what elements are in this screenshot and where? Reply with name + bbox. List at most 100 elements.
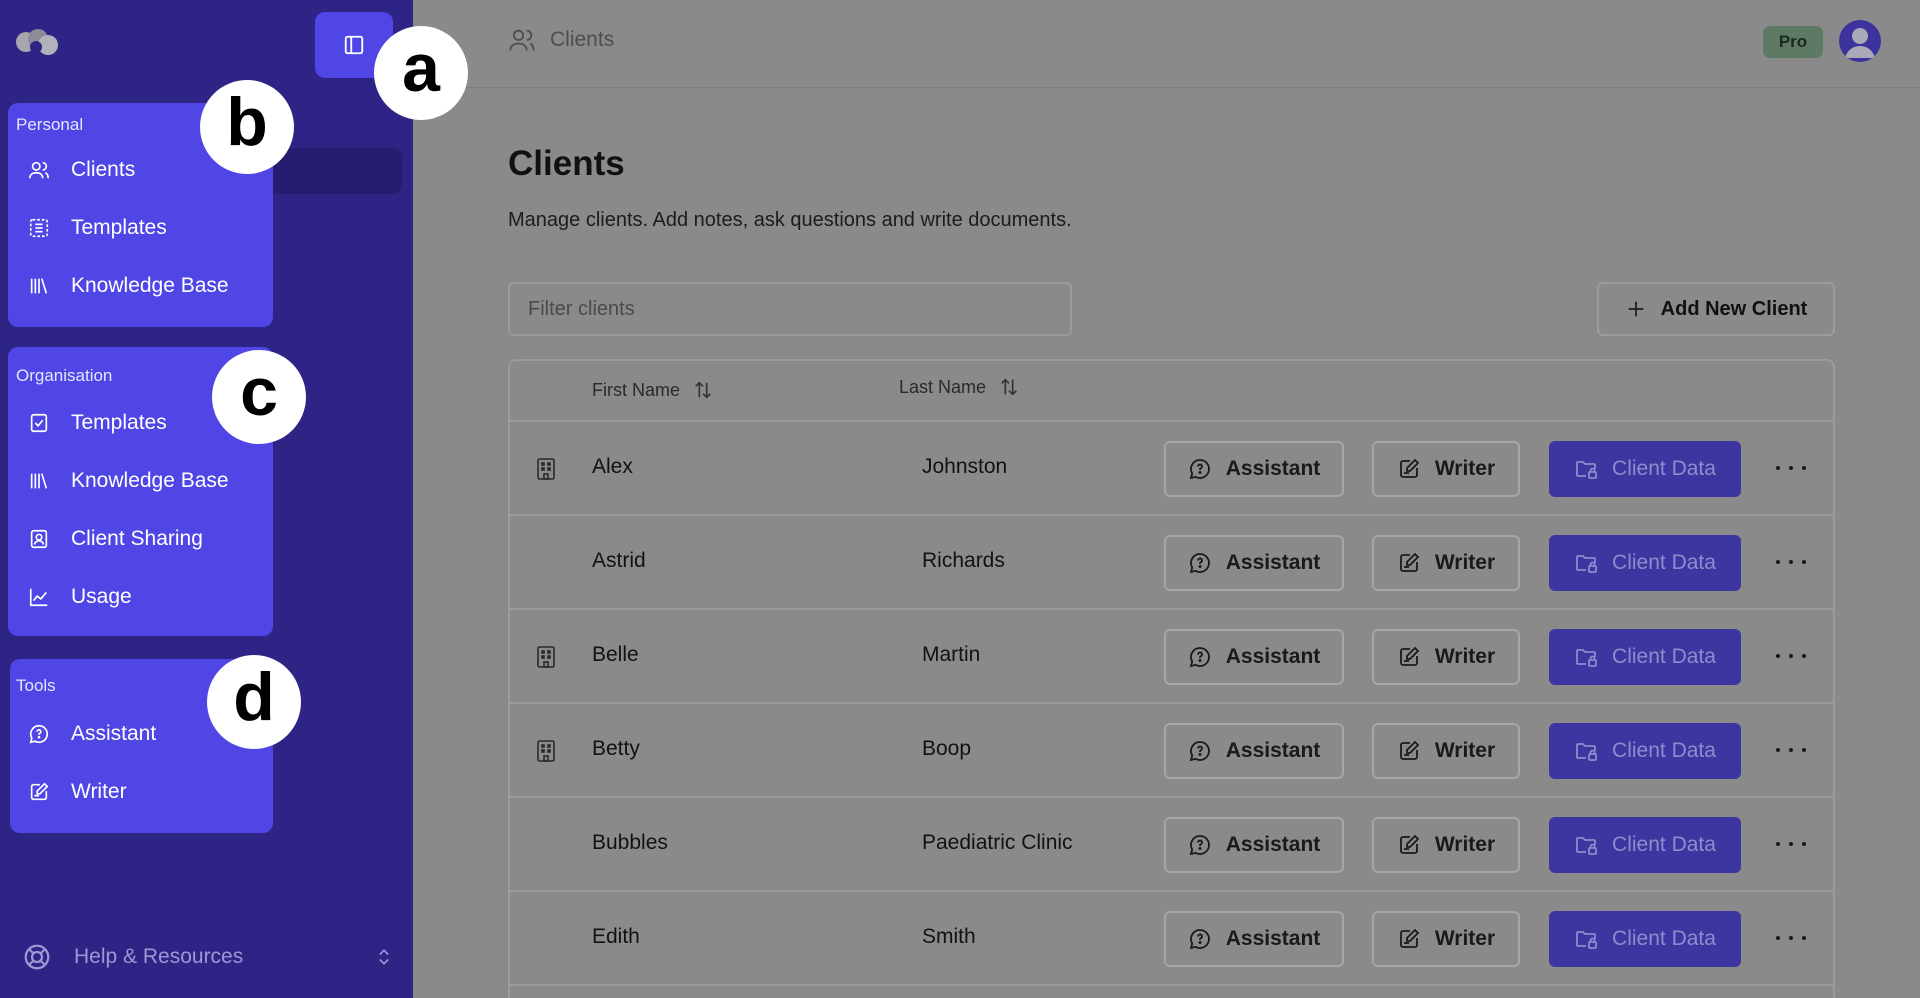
sort-icon bbox=[695, 381, 711, 399]
more-options-button[interactable] bbox=[1776, 644, 1806, 668]
dot bbox=[1802, 654, 1806, 658]
last-name-cell: Paediatric Clinic bbox=[922, 831, 1073, 854]
add-new-client-button[interactable]: Add New Client bbox=[1597, 282, 1835, 336]
edit-note-icon bbox=[1399, 458, 1420, 478]
client-data-button[interactable]: Client Data bbox=[1549, 441, 1741, 497]
chat-icon bbox=[27, 722, 51, 746]
building-icon bbox=[537, 740, 555, 762]
sort-last-name[interactable]: Last Name bbox=[899, 376, 1020, 398]
writer-button[interactable]: Writer bbox=[1372, 723, 1520, 779]
client-data-label: Client Data bbox=[1612, 833, 1716, 856]
dot bbox=[1802, 748, 1806, 752]
table-row: Astrid Richards Assistant Writer Client … bbox=[510, 516, 1833, 610]
column-header-first-name: First Name bbox=[592, 379, 681, 400]
assistant-label: Assistant bbox=[1225, 833, 1321, 856]
plus-icon bbox=[1628, 301, 1643, 317]
sidebar-item-org-knowledge-base[interactable]: Knowledge Base bbox=[8, 458, 273, 504]
client-data-label: Client Data bbox=[1612, 927, 1716, 950]
table-row: Bubbles Paediatric Clinic Assistant Writ… bbox=[510, 798, 1833, 892]
help-resources-menu[interactable]: Help & Resources bbox=[22, 937, 394, 977]
first-name-cell: Belle bbox=[592, 643, 639, 666]
more-options-button[interactable] bbox=[1776, 456, 1806, 480]
assistant-button[interactable]: Assistant bbox=[1164, 441, 1344, 497]
more-options-button[interactable] bbox=[1776, 832, 1806, 856]
more-options-button[interactable] bbox=[1776, 926, 1806, 950]
writer-label: Writer bbox=[1434, 457, 1496, 480]
user-icon bbox=[1845, 28, 1875, 58]
writer-button[interactable]: Writer bbox=[1372, 535, 1520, 591]
client-data-button[interactable]: Client Data bbox=[1549, 723, 1741, 779]
assistant-button[interactable]: Assistant bbox=[1164, 535, 1344, 591]
lifebuoy-icon bbox=[24, 944, 50, 970]
sidebar-item-label: Client Sharing bbox=[71, 527, 203, 550]
dot bbox=[1789, 466, 1793, 470]
table-row: Alex Johnston Assistant Writer Client Da… bbox=[510, 422, 1833, 516]
callout-c: c bbox=[212, 350, 306, 444]
table-row: Edith Smith Assistant Writer Client Data bbox=[510, 892, 1833, 986]
sidebar-item-label: Usage bbox=[71, 585, 132, 608]
assistant-button[interactable]: Assistant bbox=[1164, 723, 1344, 779]
client-data-button[interactable]: Client Data bbox=[1549, 911, 1741, 967]
sidebar-item-templates[interactable]: Templates bbox=[8, 205, 273, 251]
chat-icon bbox=[1189, 741, 1210, 762]
sort-first-name[interactable]: First Name bbox=[592, 379, 714, 401]
writer-label: Writer bbox=[1434, 739, 1496, 762]
assistant-button[interactable]: Assistant bbox=[1164, 911, 1344, 967]
folder-lock-icon bbox=[1576, 837, 1597, 855]
folder-lock-icon bbox=[1576, 649, 1597, 667]
dot bbox=[1802, 560, 1806, 564]
folder-lock-icon bbox=[1576, 743, 1597, 761]
writer-button[interactable]: Writer bbox=[1372, 817, 1520, 873]
help-label: Help & Resources bbox=[74, 945, 244, 968]
first-name-cell: Betty bbox=[592, 737, 640, 760]
chat-icon bbox=[1189, 929, 1210, 950]
first-name-cell: Astrid bbox=[592, 549, 646, 572]
library-icon bbox=[27, 274, 51, 298]
folder-lock-icon bbox=[1576, 931, 1597, 949]
first-name-cell: Edith bbox=[592, 925, 640, 948]
callout-b: b bbox=[200, 80, 294, 174]
sidebar-item-writer[interactable]: Writer bbox=[10, 769, 273, 815]
group-title: Personal bbox=[16, 115, 84, 134]
last-name-cell: Johnston bbox=[922, 455, 1008, 478]
dot bbox=[1776, 936, 1780, 940]
dot bbox=[1789, 748, 1793, 752]
more-options-button[interactable] bbox=[1776, 738, 1806, 762]
sidebar-item-label: Templates bbox=[71, 411, 167, 434]
last-name-cell: Smith bbox=[922, 925, 976, 948]
dot bbox=[1789, 560, 1793, 564]
dot bbox=[1789, 936, 1793, 940]
sidebar-item-usage[interactable]: Usage bbox=[8, 574, 273, 620]
dot bbox=[1789, 842, 1793, 846]
dot bbox=[1776, 842, 1780, 846]
table-header: First Name Last Name bbox=[510, 361, 1833, 422]
sort-icon bbox=[1001, 378, 1017, 396]
folder-lock-icon bbox=[1576, 555, 1597, 573]
assistant-label: Assistant bbox=[1225, 457, 1321, 480]
folder-lock-icon bbox=[1576, 461, 1597, 479]
add-new-client-label: Add New Client bbox=[1660, 297, 1808, 320]
app-logo[interactable] bbox=[14, 26, 62, 58]
client-data-button[interactable]: Client Data bbox=[1549, 629, 1741, 685]
assistant-button[interactable]: Assistant bbox=[1164, 629, 1344, 685]
client-data-button[interactable]: Client Data bbox=[1549, 535, 1741, 591]
filter-clients-input[interactable] bbox=[508, 282, 1072, 336]
assistant-button[interactable]: Assistant bbox=[1164, 817, 1344, 873]
writer-button[interactable]: Writer bbox=[1372, 629, 1520, 685]
sidebar-item-knowledge-base[interactable]: Knowledge Base bbox=[8, 263, 273, 309]
breadcrumb: Clients bbox=[508, 26, 614, 54]
dot bbox=[1802, 936, 1806, 940]
sidebar-item-client-sharing[interactable]: Client Sharing bbox=[8, 516, 273, 562]
client-data-label: Client Data bbox=[1612, 457, 1716, 480]
writer-button[interactable]: Writer bbox=[1372, 441, 1520, 497]
first-name-cell: Bubbles bbox=[592, 831, 668, 854]
page-title: Clients bbox=[508, 144, 625, 183]
user-avatar[interactable] bbox=[1839, 20, 1881, 62]
chat-icon bbox=[1189, 835, 1210, 856]
more-options-button[interactable] bbox=[1776, 550, 1806, 574]
writer-button[interactable]: Writer bbox=[1372, 911, 1520, 967]
top-header: Clients Pro bbox=[413, 0, 1920, 88]
breadcrumb-label: Clients bbox=[550, 28, 615, 51]
building-icon bbox=[537, 646, 555, 668]
client-data-button[interactable]: Client Data bbox=[1549, 817, 1741, 873]
